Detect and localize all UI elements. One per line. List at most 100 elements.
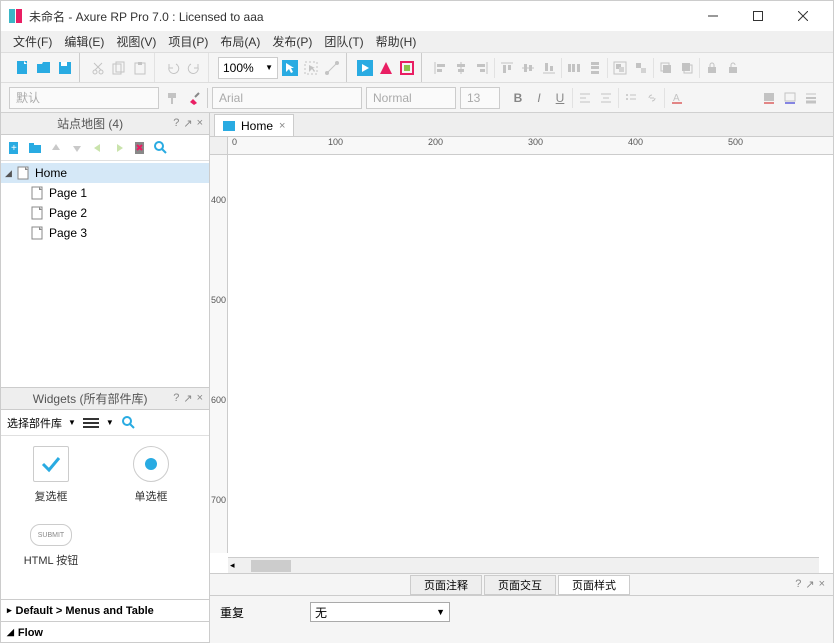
default-style-select[interactable]: 默认 <box>9 87 159 109</box>
repeat-select[interactable]: 无 ▼ <box>310 602 450 622</box>
align-left-icon[interactable] <box>431 59 449 77</box>
horizontal-scrollbar[interactable]: ◂ <box>228 557 819 573</box>
widget-checkbox[interactable]: 复选框 <box>11 446 91 504</box>
move-up-icon[interactable] <box>47 139 65 157</box>
add-page-icon[interactable]: + <box>5 139 23 157</box>
menu-publish[interactable]: 发布(P) <box>266 31 318 52</box>
undo-icon[interactable] <box>164 59 182 77</box>
border-width-icon[interactable] <box>802 89 820 107</box>
lock-icon[interactable] <box>703 59 721 77</box>
ungroup-icon[interactable] <box>632 59 650 77</box>
zoom-select[interactable]: 100% ▼ <box>218 57 278 79</box>
minimize-button[interactable] <box>690 2 735 30</box>
align-bottom-icon[interactable] <box>540 59 558 77</box>
send-back-icon[interactable] <box>678 59 696 77</box>
help-icon[interactable]: ? <box>173 117 179 130</box>
collapse-icon[interactable]: ◢ <box>5 168 17 179</box>
bring-front-icon[interactable] <box>657 59 675 77</box>
font-size-select[interactable]: 13 <box>460 87 500 109</box>
indent-icon[interactable] <box>110 139 128 157</box>
accordion-flow[interactable]: ◢ Flow <box>1 621 209 643</box>
help-icon[interactable]: ? <box>795 578 801 591</box>
italic-icon[interactable]: I <box>530 89 548 107</box>
connector-tool-icon[interactable] <box>323 59 341 77</box>
search-icon[interactable] <box>120 414 138 432</box>
widget-html-button[interactable]: SUBMIT HTML 按钮 <box>11 524 91 568</box>
group-icon[interactable] <box>611 59 629 77</box>
move-down-icon[interactable] <box>68 139 86 157</box>
align-top-icon[interactable] <box>498 59 516 77</box>
save-icon[interactable] <box>56 59 74 77</box>
outdent-icon[interactable] <box>89 139 107 157</box>
tree-node-page[interactable]: Page 3 <box>1 223 209 243</box>
main-toolbar: 100% ▼ <box>1 53 833 83</box>
widget-radio[interactable]: 单选框 <box>111 446 191 504</box>
distribute-h-icon[interactable] <box>565 59 583 77</box>
scroll-left-icon[interactable]: ◂ <box>228 560 237 571</box>
selection-tool-icon[interactable] <box>281 59 299 77</box>
menu-edit[interactable]: 编辑(E) <box>58 31 110 52</box>
bold-icon[interactable]: B <box>509 89 527 107</box>
brush-icon[interactable] <box>185 89 203 107</box>
text-align-left-icon[interactable] <box>576 89 594 107</box>
new-file-icon[interactable] <box>14 59 32 77</box>
expand-icon[interactable]: ↗ <box>183 117 192 130</box>
copy-icon[interactable] <box>110 59 128 77</box>
chevron-down-icon[interactable]: ▼ <box>68 418 76 427</box>
publish-axshare-icon[interactable] <box>398 59 416 77</box>
close-panel-icon[interactable]: × <box>197 392 203 405</box>
underline-icon[interactable]: U <box>551 89 569 107</box>
align-center-h-icon[interactable] <box>452 59 470 77</box>
distribute-v-icon[interactable] <box>586 59 604 77</box>
menu-layout[interactable]: 布局(A) <box>214 31 266 52</box>
search-icon[interactable] <box>152 139 170 157</box>
paste-icon[interactable] <box>131 59 149 77</box>
tab-page-style[interactable]: 页面样式 <box>558 575 630 595</box>
chevron-down-icon[interactable]: ▼ <box>106 418 114 427</box>
canvas[interactable] <box>228 155 833 553</box>
accordion-menus-table[interactable]: ▸ Default > Menus and Table <box>1 599 209 621</box>
open-file-icon[interactable] <box>35 59 53 77</box>
align-right-icon[interactable] <box>473 59 491 77</box>
tab-home[interactable]: Home × <box>214 114 294 136</box>
menu-help[interactable]: 帮助(H) <box>370 31 423 52</box>
redo-icon[interactable] <box>185 59 203 77</box>
menu-view[interactable]: 视图(V) <box>110 31 162 52</box>
tree-node-home[interactable]: ◢ Home <box>1 163 209 183</box>
fill-color-icon[interactable] <box>760 89 778 107</box>
publish-share-icon[interactable] <box>377 59 395 77</box>
border-color-icon[interactable] <box>781 89 799 107</box>
menu-team[interactable]: 团队(T) <box>318 31 369 52</box>
font-family-select[interactable]: Arial <box>212 87 362 109</box>
close-panel-icon[interactable]: × <box>197 117 203 130</box>
close-panel-icon[interactable]: × <box>819 578 825 591</box>
tree-node-page[interactable]: Page 1 <box>1 183 209 203</box>
align-middle-icon[interactable] <box>519 59 537 77</box>
close-button[interactable] <box>780 2 825 30</box>
container-select-icon[interactable] <box>302 59 320 77</box>
text-align-center-icon[interactable] <box>597 89 615 107</box>
cut-icon[interactable] <box>89 59 107 77</box>
menu-file[interactable]: 文件(F) <box>7 31 58 52</box>
unlock-icon[interactable] <box>724 59 742 77</box>
expand-icon[interactable]: ↗ <box>183 392 192 405</box>
font-weight-select[interactable]: Normal <box>366 87 456 109</box>
text-color-icon[interactable]: A <box>668 89 686 107</box>
scroll-thumb[interactable] <box>251 560 291 572</box>
preview-icon[interactable] <box>356 59 374 77</box>
library-select-label[interactable]: 选择部件库 <box>7 415 62 431</box>
tab-page-notes[interactable]: 页面注释 <box>410 575 482 595</box>
link-icon[interactable] <box>643 89 661 107</box>
delete-page-icon[interactable] <box>131 139 149 157</box>
close-tab-icon[interactable]: × <box>279 120 285 132</box>
tab-page-interactions[interactable]: 页面交互 <box>484 575 556 595</box>
list-view-icon[interactable] <box>82 414 100 432</box>
bullet-list-icon[interactable] <box>622 89 640 107</box>
expand-icon[interactable]: ↗ <box>805 578 814 591</box>
add-folder-icon[interactable] <box>26 139 44 157</box>
paint-format-icon[interactable] <box>163 89 181 107</box>
help-icon[interactable]: ? <box>173 392 179 405</box>
tree-node-page[interactable]: Page 2 <box>1 203 209 223</box>
menu-project[interactable]: 项目(P) <box>162 31 214 52</box>
maximize-button[interactable] <box>735 2 780 30</box>
